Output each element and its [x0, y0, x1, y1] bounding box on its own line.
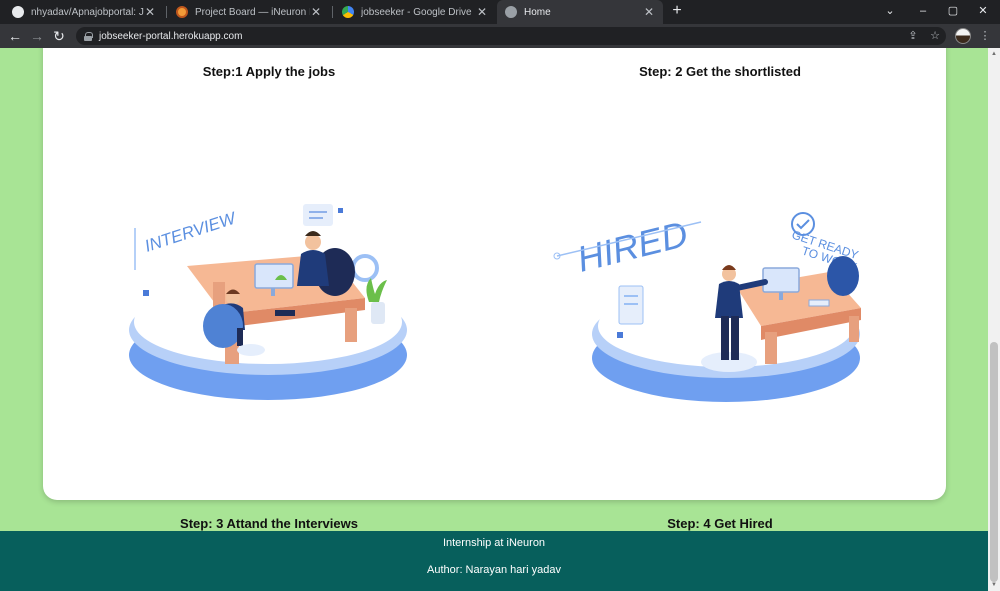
tab-project-board[interactable]: Project Board — iNeuron Interns ✕ — [168, 0, 330, 24]
lock-icon — [84, 31, 93, 41]
address-bar[interactable]: jobseeker-portal.herokuapp.com — [76, 27, 946, 45]
footer-internship-text: Internship at iNeuron — [442, 537, 546, 549]
ineuron-icon — [176, 6, 188, 18]
share-icon[interactable]: ⇪ — [905, 27, 921, 45]
hired-label: HIRED — [573, 213, 692, 280]
scroll-up-arrow[interactable]: ▲ — [990, 51, 998, 57]
step-4-heading: Step: 4 Get Hired — [667, 516, 773, 531]
step-2-heading: Step: 2 Get the shortlisted — [639, 64, 801, 79]
back-button[interactable]: ← — [6, 27, 24, 45]
new-tab-button[interactable]: + — [668, 2, 686, 20]
monitor — [762, 267, 800, 293]
tab-divider — [166, 6, 167, 18]
browser-toolbar: ← → ↻ jobseeker-portal.herokuapp.com ⇪ ☆… — [0, 24, 1000, 48]
page-scrollbar[interactable]: ▲ ▼ — [988, 48, 1000, 591]
hired-illustration: HIRED GET READY TO WORK — [553, 212, 861, 402]
close-icon[interactable]: ✕ — [476, 5, 488, 19]
interviewer-head — [305, 234, 321, 250]
bookmark-star-icon[interactable]: ☆ — [927, 27, 943, 45]
close-icon[interactable]: ✕ — [643, 5, 655, 19]
tab-search-button[interactable]: ⌄ — [875, 0, 905, 24]
scroll-thumb[interactable] — [990, 342, 998, 582]
desk-leg — [765, 332, 777, 364]
plant-icon — [366, 278, 387, 302]
page-viewport: Step:1 Apply the jobs Step: 2 Get the sh… — [0, 48, 988, 591]
forward-button[interactable]: → — [28, 27, 46, 45]
interview-label: INTERVIEW — [142, 208, 239, 256]
globe-icon — [505, 6, 517, 18]
scroll-down-arrow[interactable]: ▼ — [990, 582, 998, 588]
tab-google-drive[interactable]: jobseeker - Google Drive ✕ — [334, 0, 496, 24]
close-icon[interactable]: ✕ — [310, 5, 322, 19]
interview-illustration: INTERVIEW — [129, 204, 407, 400]
tab-home[interactable]: Home ✕ — [497, 0, 663, 24]
maximize-button[interactable]: ▢ — [938, 0, 968, 24]
ring-decoration — [351, 254, 379, 282]
tab-bar: nhyadav/Apnajobportal: Jobse ✕ Project B… — [0, 0, 1000, 24]
steps-card: Step:1 Apply the jobs Step: 2 Get the sh… — [43, 48, 946, 531]
close-window-button[interactable]: ✕ — [968, 0, 998, 24]
url-text: jobseeker-portal.herokuapp.com — [99, 30, 243, 42]
keyboard — [275, 310, 295, 316]
step-3-heading: Step: 3 Attand the Interviews — [180, 516, 358, 531]
github-icon — [12, 6, 24, 18]
google-drive-icon — [342, 6, 354, 18]
profile-avatar[interactable] — [955, 28, 971, 44]
menu-icon[interactable]: ⋮ — [977, 27, 993, 45]
site-footer: Internship at iNeuron Author: Narayan ha… — [0, 531, 988, 591]
step-1-heading: Step:1 Apply the jobs — [202, 64, 336, 79]
reload-button[interactable]: ↻ — [50, 27, 68, 45]
tab-divider — [332, 6, 333, 18]
minimize-button[interactable]: – — [908, 0, 938, 24]
close-icon[interactable]: ✕ — [144, 5, 156, 19]
office-chair — [827, 256, 859, 296]
chat-bubble-icon — [303, 204, 333, 226]
monitor — [254, 263, 294, 289]
tab-github[interactable]: nhyadav/Apnajobportal: Jobse ✕ — [4, 0, 164, 24]
interviewer-suit — [297, 250, 329, 286]
footer-author-text: Author: Narayan hari yadav — [427, 564, 561, 576]
